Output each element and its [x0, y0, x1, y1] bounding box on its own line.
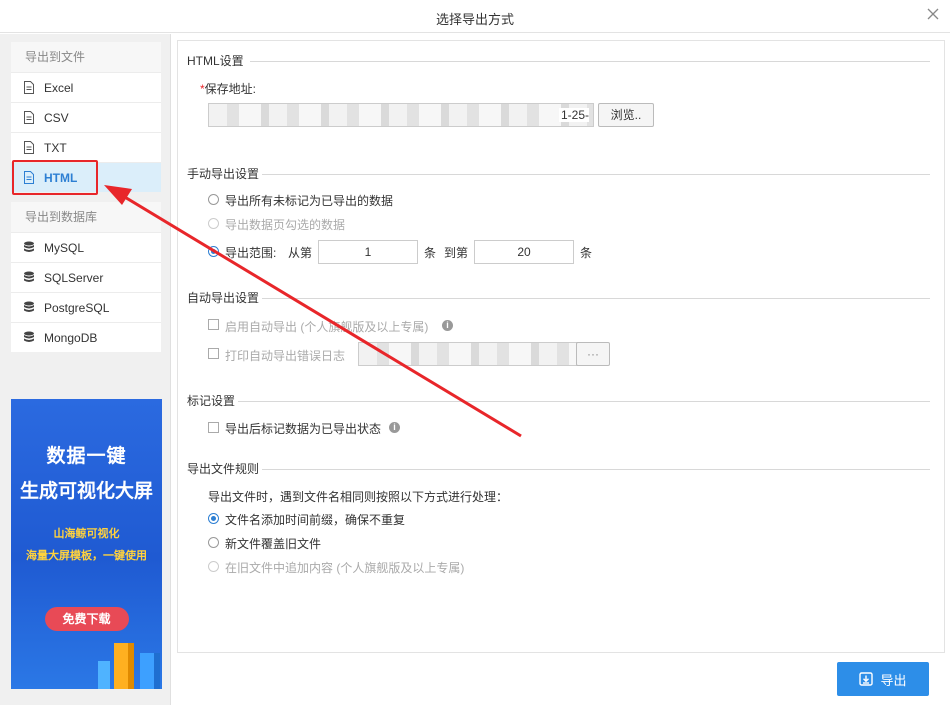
- radio-rule-overwrite[interactable]: [208, 537, 219, 548]
- checkbox-print-log[interactable]: [208, 348, 219, 359]
- divider: [262, 174, 930, 175]
- section-title-mark: 标记设置: [187, 394, 236, 408]
- mark-exported-label: 导出后标记数据为已导出状态: [225, 422, 382, 436]
- export-icon: [859, 672, 874, 686]
- sidebar-item-label: TXT: [44, 140, 67, 155]
- sidebar-item-mysql[interactable]: MySQL: [11, 232, 161, 262]
- enable-auto-note: (个人旗舰版及以上专属): [300, 320, 429, 334]
- file-icon: [24, 81, 34, 94]
- settings-panel: HTML设置 *保存地址: 1-25- 浏览.. 手动导出设置 导出所有未标记为…: [177, 40, 945, 653]
- annotation-highlight-box: [12, 160, 98, 195]
- enable-auto-text: 启用自动导出: [225, 320, 298, 334]
- radio-rule-append-label: 在旧文件中追加内容 (个人旗舰版及以上专属): [225, 561, 465, 575]
- file-icon: [24, 111, 34, 124]
- checkbox-mark-exported[interactable]: [208, 422, 219, 433]
- radio-rule-append[interactable]: [208, 561, 219, 572]
- dialog-titlebar: 选择导出方式: [0, 0, 950, 33]
- range-unit-2: 条: [580, 246, 593, 260]
- sidebar-item-label: Excel: [44, 80, 74, 95]
- range-unit-1: 条: [424, 246, 437, 260]
- log-browse-button[interactable]: ···: [576, 342, 610, 366]
- sidebar-item-label: MongoDB: [44, 330, 98, 345]
- radio-export-selected-label: 导出数据页勾选的数据: [225, 218, 346, 232]
- range-to-label: 到第: [444, 246, 469, 260]
- group-title-db: 导出到数据库: [11, 202, 161, 232]
- sidebar-item-label: SQLServer: [44, 270, 104, 285]
- print-log-label: 打印自动导出错误日志: [225, 349, 346, 363]
- radio-export-range-label: 导出范围:: [225, 246, 277, 260]
- info-icon[interactable]: i: [389, 422, 400, 433]
- file-icon: [24, 141, 34, 154]
- rule-description: 导出文件时，遇到文件名相同则按照以下方式进行处理：: [208, 490, 509, 504]
- ad-subtitle-2: 海量大屏模板，一键使用: [26, 550, 147, 562]
- sidebar-item-label: PostgreSQL: [44, 300, 110, 315]
- radio-rule-overwrite-label: 新文件覆盖旧文件: [225, 537, 322, 551]
- sidebar-item-postgresql[interactable]: PostgreSQL: [11, 292, 161, 322]
- sidebar-item-csv[interactable]: CSV: [11, 102, 161, 132]
- browse-button[interactable]: 浏览..: [598, 103, 654, 127]
- divider: [238, 401, 930, 402]
- sidebar-item-label: MySQL: [44, 240, 85, 255]
- ad-subtitle-1: 山海鲸可视化: [53, 528, 120, 540]
- close-icon[interactable]: [925, 6, 941, 22]
- divider: [250, 61, 930, 62]
- database-icon: [24, 301, 34, 312]
- range-from-input[interactable]: 1: [318, 240, 418, 264]
- checkbox-enable-auto[interactable]: [208, 319, 219, 330]
- radio-rule-timestamp[interactable]: [208, 513, 219, 524]
- section-title-rule: 导出文件规则: [187, 462, 260, 476]
- range-to-input[interactable]: 20: [474, 240, 574, 264]
- radio-export-all-label: 导出所有未标记为已导出的数据: [225, 194, 394, 208]
- ad-headline-1: 数据一键: [46, 446, 127, 467]
- sidebar-item-sqlserver[interactable]: SQLServer: [11, 262, 161, 292]
- divider: [262, 298, 930, 299]
- section-title-auto: 自动导出设置: [187, 291, 260, 305]
- enable-auto-label: 启用自动导出 (个人旗舰版及以上专属): [225, 318, 428, 335]
- radio-export-range[interactable]: [208, 246, 219, 257]
- sidebar-item-excel[interactable]: Excel: [11, 72, 161, 102]
- save-path-label: *保存地址:: [200, 80, 256, 97]
- sidebar-item-label: CSV: [44, 110, 69, 125]
- database-icon: [24, 271, 34, 282]
- info-icon[interactable]: i: [442, 320, 453, 331]
- ad-banner[interactable]: 数据一键 生成可视化大屏 山海鲸可视化 海量大屏模板，一键使用 免费下载: [11, 399, 162, 689]
- log-path-input[interactable]: [358, 342, 578, 366]
- radio-rule-timestamp-label: 文件名添加时间前缀，确保不重复: [225, 513, 406, 527]
- database-icon: [24, 241, 34, 252]
- range-from-label: 从第: [288, 246, 313, 260]
- radio-export-all[interactable]: [208, 194, 219, 205]
- ad-headline-2: 生成可视化大屏: [19, 481, 153, 502]
- save-path-input[interactable]: 1-25-: [208, 103, 594, 127]
- section-title-manual: 手动导出设置: [187, 167, 260, 181]
- divider: [262, 469, 930, 470]
- dialog-title: 选择导出方式: [435, 12, 514, 27]
- save-path-value: 1-25-: [558, 108, 589, 122]
- ad-download-button[interactable]: 免费下载: [44, 607, 129, 631]
- save-path-label-text: 保存地址:: [204, 82, 257, 96]
- ad-bar-graphic: [98, 643, 160, 689]
- db-export-group: 导出到数据库 MySQL SQLServer PostgreSQL MongoD…: [11, 202, 161, 352]
- database-icon: [24, 331, 34, 342]
- sidebar-item-txt[interactable]: TXT: [11, 132, 161, 162]
- export-button-label: 导出: [880, 672, 907, 688]
- section-title-html: HTML设置: [187, 54, 244, 68]
- group-title-file: 导出到文件: [11, 42, 161, 72]
- radio-export-selected[interactable]: [208, 218, 219, 229]
- sidebar-item-mongodb[interactable]: MongoDB: [11, 322, 161, 352]
- export-button[interactable]: 导出: [837, 662, 929, 696]
